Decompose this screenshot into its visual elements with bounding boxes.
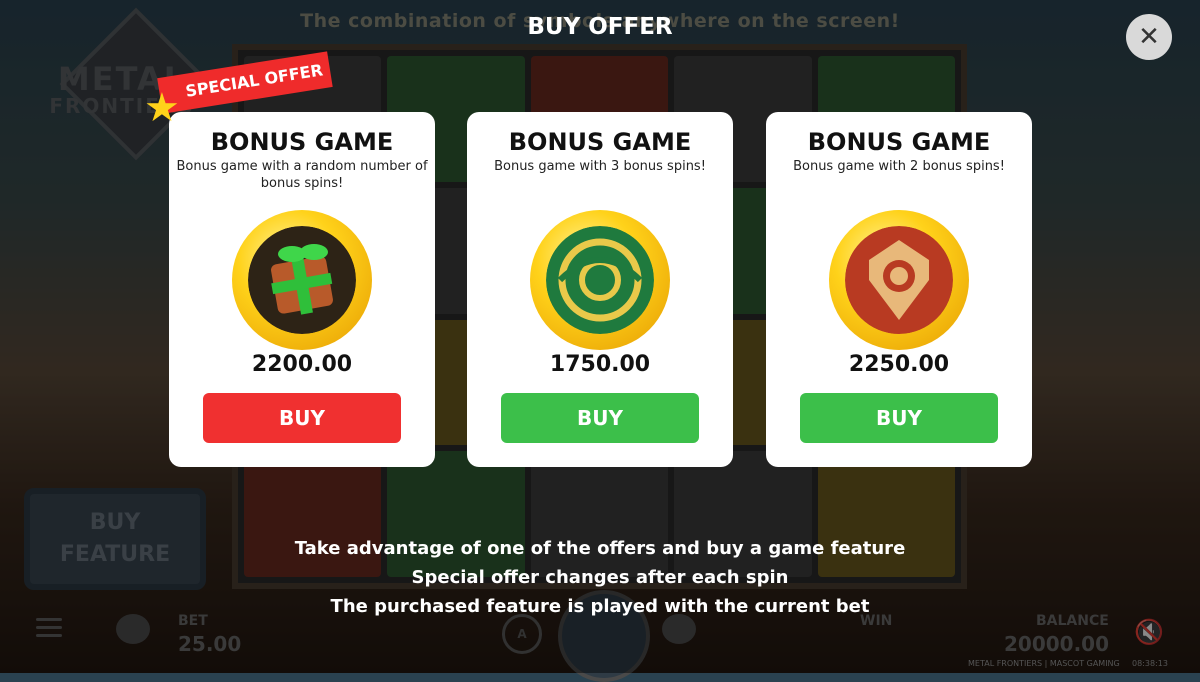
card-description: Bonus game with 3 bonus spins! <box>494 159 706 174</box>
green-emblem-icon <box>530 210 670 350</box>
card-title: BONUS GAME <box>508 128 692 156</box>
note-line-3: The purchased feature is played with the… <box>330 596 870 617</box>
offer-card-2: BONUS GAME Bonus game with 3 bonus spins… <box>467 112 733 467</box>
buy-button-3[interactable]: BUY <box>800 393 998 443</box>
card-price: 2200.00 <box>251 352 353 377</box>
modal-title: BUY OFFER <box>527 14 673 40</box>
buy-button-2[interactable]: BUY <box>501 393 699 443</box>
close-icon: ✕ <box>1138 22 1160 52</box>
gift-icon <box>232 210 372 350</box>
card-title: BONUS GAME <box>807 128 991 156</box>
card-description: Bonus game with a random number of bonus… <box>176 159 428 191</box>
buy-button-1[interactable]: BUY <box>203 393 401 443</box>
card-title: BONUS GAME <box>210 128 394 156</box>
card-description: Bonus game with 2 bonus spins! <box>793 159 1005 174</box>
star-icon: ★ <box>144 85 180 131</box>
note-line-2: Special offer changes after each spin <box>411 567 789 588</box>
card-price: 2250.00 <box>848 352 950 377</box>
offer-notes: Take advantage of one of the offers and … <box>0 534 1200 621</box>
red-emblem-icon <box>829 210 969 350</box>
offer-card-3: BONUS GAME Bonus game with 2 bonus spins… <box>766 112 1032 467</box>
close-button[interactable]: ✕ <box>1126 14 1172 60</box>
card-price: 1750.00 <box>549 352 651 377</box>
offer-card-1: BONUS GAME Bonus game with a random numb… <box>169 112 435 467</box>
note-line-1: Take advantage of one of the offers and … <box>294 538 906 559</box>
